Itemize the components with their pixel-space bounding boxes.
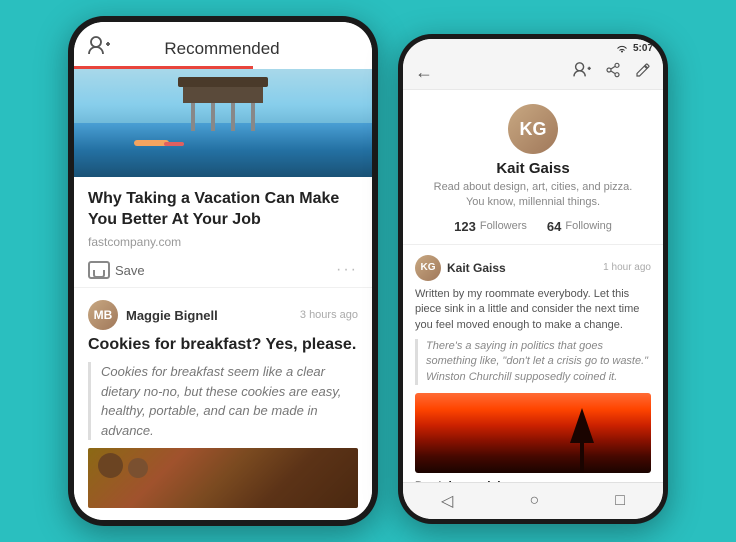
pillar-3 xyxy=(231,103,235,131)
tree-trunk xyxy=(580,433,584,473)
back-nav-icon[interactable]: ◁ xyxy=(441,491,453,511)
feed-quote: There's a saying in politics that goes s… xyxy=(415,339,651,385)
pillar-4 xyxy=(251,103,255,131)
hero-image[interactable] xyxy=(74,69,372,177)
pillar-1 xyxy=(191,103,195,131)
author-info: MB Maggie Bignell xyxy=(88,300,218,330)
recents-nav-icon[interactable]: □ xyxy=(615,492,625,510)
top-bar-left: Recommended xyxy=(74,22,372,66)
bottom-nav: ◁ ○ □ xyxy=(403,482,663,519)
tree-silhouette xyxy=(572,413,592,473)
feed-author-name: Kait Gaiss xyxy=(447,261,597,275)
add-person-icon-right[interactable] xyxy=(573,62,591,83)
profile-avatar: KG xyxy=(508,104,558,154)
home-nav-icon[interactable]: ○ xyxy=(529,492,539,510)
following-stat: 64 Following xyxy=(547,219,612,234)
author-row: MB Maggie Bignell 3 hours ago xyxy=(88,300,358,330)
post-title-2: Cookies for breakfast? Yes, please. xyxy=(88,336,358,354)
page-title: Recommended xyxy=(164,39,279,59)
content-area-left: Why Taking a Vacation Can Make You Bette… xyxy=(74,69,372,520)
feed-avatar-initials: KG xyxy=(421,262,436,273)
following-count: 64 xyxy=(547,219,561,234)
wifi-icon xyxy=(616,44,628,54)
left-phone: Recommended xyxy=(68,16,378,526)
article-title-1: Why Taking a Vacation Can Make You Bette… xyxy=(88,189,358,231)
avatar-2: MB xyxy=(88,300,118,330)
pillar-2 xyxy=(211,103,215,131)
feed-text: Written by my roommate everybody. Let th… xyxy=(415,287,651,333)
following-label: Following xyxy=(565,220,611,232)
followers-count: 123 xyxy=(454,219,476,234)
time-display: 5:07 xyxy=(633,43,653,54)
more-options-button[interactable]: ··· xyxy=(336,261,358,279)
edit-icon[interactable] xyxy=(635,62,651,83)
pocket-icon xyxy=(88,261,110,279)
feed-time-ago: 1 hour ago xyxy=(603,262,651,273)
feed-avatar: KG xyxy=(415,255,441,281)
post-excerpt-2: Cookies for breakfast seem like a clear … xyxy=(88,362,358,440)
article-card-1[interactable]: Why Taking a Vacation Can Make You Bette… xyxy=(74,177,372,288)
feed-author-row: KG Kait Gaiss 1 hour ago xyxy=(415,255,651,281)
pavilion-roof xyxy=(183,85,263,103)
sunset-image xyxy=(415,393,651,473)
save-button[interactable]: Save xyxy=(88,261,145,279)
status-icons: 5:07 xyxy=(616,43,653,54)
followers-stat: 123 Followers xyxy=(454,219,527,234)
swimmer xyxy=(134,138,184,150)
sunset-bg xyxy=(415,393,651,473)
followers-label: Followers xyxy=(480,220,527,232)
top-bar-right: ← xyxy=(403,56,663,90)
add-person-icon[interactable] xyxy=(88,36,110,62)
pavilion-pillars xyxy=(183,103,263,131)
feed-item[interactable]: KG Kait Gaiss 1 hour ago Written by my r… xyxy=(403,245,663,482)
profile-bio: Read about design, art, cities, and pizz… xyxy=(433,180,633,211)
cookies-image xyxy=(88,448,358,508)
pavilion xyxy=(183,85,263,135)
status-bar: 5:07 xyxy=(403,39,663,56)
article-actions-1: Save ··· xyxy=(88,257,358,279)
right-phone: 5:07 ← xyxy=(398,34,668,524)
profile-stats: 123 Followers 64 Following xyxy=(454,219,612,234)
article-card-2[interactable]: MB Maggie Bignell 3 hours ago Cookies fo… xyxy=(74,288,372,520)
profile-name: Kait Gaiss xyxy=(496,160,569,177)
author-name-2: Maggie Bignell xyxy=(126,308,218,323)
share-icon[interactable] xyxy=(605,62,621,83)
article-source-1: fastcompany.com xyxy=(88,235,358,249)
time-ago-2: 3 hours ago xyxy=(300,309,358,321)
profile-avatar-initials: KG xyxy=(520,119,547,140)
save-label: Save xyxy=(115,263,145,278)
profile-section: KG Kait Gaiss Read about design, art, ci… xyxy=(403,90,663,245)
back-button[interactable]: ← xyxy=(415,62,433,83)
